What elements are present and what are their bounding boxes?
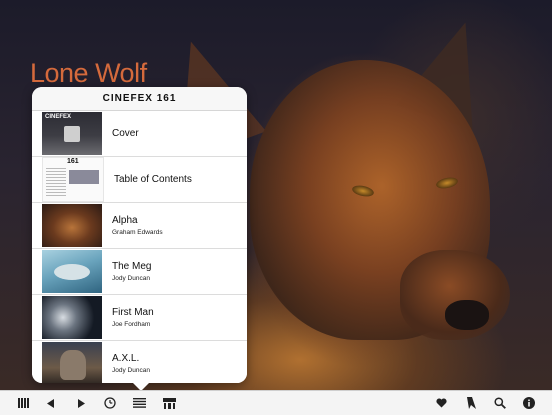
item-author: Jody Duncan: [112, 367, 150, 374]
thumbnail-art: [64, 126, 80, 142]
toc-item-table-of-contents[interactable]: 161 Table of Contents: [32, 157, 247, 203]
toc-item-first-man[interactable]: First Man Joe Fordham: [32, 295, 247, 341]
thumbnail-label: 161: [67, 158, 79, 165]
toc-item-alpha[interactable]: Alpha Graham Edwards: [32, 203, 247, 249]
item-title: Alpha: [112, 215, 138, 226]
favorite-heart-icon[interactable]: [430, 391, 452, 415]
bottom-toolbar: [0, 390, 552, 415]
history-clock-icon[interactable]: [99, 391, 121, 415]
item-title: A.X.L.: [112, 353, 140, 364]
item-text: First Man Joe Fordham: [112, 307, 154, 328]
axl-thumbnail: [42, 342, 102, 383]
back-arrow-icon[interactable]: [40, 391, 62, 415]
item-title: Cover: [112, 128, 139, 139]
thumbnail-art: [60, 350, 86, 380]
toc-item-cover[interactable]: CINEFEX Cover: [32, 111, 247, 157]
cover-thumbnail: CINEFEX: [42, 112, 102, 155]
forward-arrow-icon[interactable]: [70, 391, 92, 415]
contents-popover: CINEFEX 161 CINEFEX Cover 161 Table of C…: [32, 87, 247, 383]
item-text: The Meg Jody Duncan: [112, 261, 151, 282]
thumbnail-text-column: [46, 168, 66, 196]
search-icon[interactable]: [489, 391, 511, 415]
contents-list-icon[interactable]: [128, 391, 150, 415]
item-text: Cover: [112, 128, 139, 139]
toc-item-the-meg[interactable]: The Meg Jody Duncan: [32, 249, 247, 295]
item-author: Jody Duncan: [112, 275, 150, 282]
item-text: Alpha Graham Edwards: [112, 215, 163, 236]
alpha-thumbnail: [42, 204, 102, 247]
thumbnail-label: CINEFEX: [45, 114, 72, 120]
item-title: Table of Contents: [114, 174, 192, 185]
item-text: A.X.L. Jody Duncan: [112, 353, 150, 374]
issue-title: CINEFEX 161: [102, 93, 177, 104]
first-man-thumbnail: [42, 296, 102, 339]
item-author: Graham Edwards: [112, 229, 163, 236]
item-title: First Man: [112, 307, 154, 318]
popover-header: CINEFEX 161: [32, 87, 247, 111]
toc-thumbnail: 161: [42, 157, 104, 202]
thumbnail-art: [69, 170, 99, 184]
item-title: The Meg: [112, 261, 152, 272]
item-author: Joe Fordham: [112, 321, 151, 328]
wolf-image-nose: [445, 300, 489, 330]
contents-list: CINEFEX Cover 161 Table of Contents Alph…: [32, 111, 247, 383]
the-meg-thumbnail: [42, 250, 102, 293]
grid-icon[interactable]: [12, 391, 34, 415]
item-text: Table of Contents: [114, 174, 192, 185]
article-title: Lone Wolf: [30, 58, 147, 88]
thumbnail-art: [54, 264, 90, 280]
toc-item-axl[interactable]: A.X.L. Jody Duncan: [32, 341, 247, 383]
info-icon[interactable]: [518, 391, 540, 415]
page-thumbnails-icon[interactable]: [158, 391, 180, 415]
bookmark-icon[interactable]: [460, 391, 482, 415]
